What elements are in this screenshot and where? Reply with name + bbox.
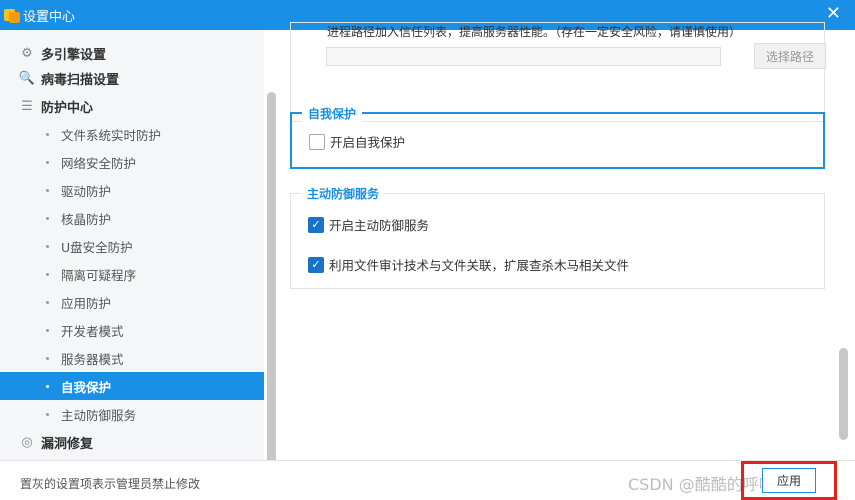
sidebar-item-self-protection[interactable]: 自我保护 [0, 372, 264, 400]
checkbox-checked[interactable]: ✓ [308, 256, 324, 273]
list-icon: ☰ [21, 98, 33, 114]
file-audit-option[interactable]: ✓ 利用文件审计技术与文件关联，扩展查杀木马相关文件 [308, 255, 629, 274]
sidebar-item-label: 网络安全防护 [61, 155, 137, 171]
sidebar-group-label: 防护中心 [41, 100, 94, 116]
sidebar: ⚙ 多引擎设置 🔍 病毒扫描设置 ☰ 防护中心 文件系统实时防护 网络安全防护 … [0, 30, 264, 460]
settings-panel: 进程路径加入信任列表，提高服务器性能。（存在一定安全风险，请谨慎使用） 选择路径… [277, 22, 837, 460]
sidebar-group-protection-center[interactable]: ☰ 防护中心 [0, 92, 264, 120]
sidebar-group-virus-scan[interactable]: 🔍 病毒扫描设置 [0, 64, 264, 92]
option-label: 开启主动防御服务 [329, 218, 430, 233]
main-scrollbar[interactable] [837, 30, 849, 460]
window-title: 设置中心 [23, 9, 76, 25]
sidebar-item-label: 开发者模式 [61, 323, 124, 339]
sidebar-item-label: U盘安全防护 [61, 239, 133, 255]
sidebar-item-app-protection[interactable]: 应用防护 [0, 288, 264, 316]
gear-icon: ⚙ [21, 45, 33, 61]
self-protection-group: 自我保护 开启自我保护 [290, 105, 825, 169]
trust-path-section: 进程路径加入信任列表，提高服务器性能。（存在一定安全风险，请谨慎使用） 选择路径 [290, 22, 826, 122]
sidebar-item-label: 隔离可疑程序 [61, 267, 137, 283]
sidebar-item-label: 应用防护 [61, 295, 112, 311]
option-label: 开启自我保护 [330, 135, 406, 150]
trust-path-description: 进程路径加入信任列表，提高服务器性能。（存在一定安全风险，请谨慎使用） [327, 25, 742, 39]
active-defense-group: 主动防御服务 ✓ 开启主动防御服务 ✓ 利用文件审计技术与文件关联，扩展查杀木马… [290, 185, 825, 289]
sidebar-item-developer-mode[interactable]: 开发者模式 [0, 316, 264, 344]
app-logo-icon [4, 7, 20, 23]
option-label: 利用文件审计技术与文件关联，扩展查杀木马相关文件 [329, 258, 630, 273]
sidebar-item-driver-protection[interactable]: 驱动防护 [0, 176, 264, 204]
group-title: 自我保护 [302, 105, 363, 122]
sidebar-item-file-system-protection[interactable]: 文件系统实时防护 [0, 120, 264, 148]
sidebar-item-label: 驱动防护 [61, 183, 112, 199]
search-icon: 🔍 [18, 70, 36, 86]
sidebar-item-quarantine[interactable]: 隔离可疑程序 [0, 260, 264, 288]
apply-highlight-box: 应用 [741, 461, 837, 500]
sidebar-item-label: 核晶防护 [61, 211, 112, 227]
sidebar-item-usb-protection[interactable]: U盘安全防护 [0, 232, 264, 260]
enable-active-defense-option[interactable]: ✓ 开启主动防御服务 [308, 215, 429, 234]
sidebar-item-network-protection[interactable]: 网络安全防护 [0, 148, 264, 176]
admin-note: 置灰的设置项表示管理员禁止修改 [20, 477, 201, 491]
sidebar-item-label: 主动防御服务 [61, 407, 137, 423]
sidebar-item-active-defense[interactable]: 主动防御服务 [0, 400, 264, 428]
sidebar-scrollbar-thumb[interactable] [267, 92, 276, 478]
enable-self-protection-option[interactable]: 开启自我保护 [309, 132, 405, 151]
sidebar-scrollbar[interactable] [265, 30, 277, 478]
main-scrollbar-thumb[interactable] [839, 348, 848, 440]
sidebar-group-vuln-fix[interactable]: ◎ 漏洞修复 [0, 428, 264, 456]
sidebar-group-engines[interactable]: ⚙ 多引擎设置 [0, 42, 264, 64]
sidebar-item-label: 自我保护 [61, 379, 112, 395]
path-input[interactable] [326, 47, 721, 66]
apply-button[interactable]: 应用 [761, 468, 816, 493]
sidebar-group-label: 病毒扫描设置 [41, 72, 120, 88]
close-icon[interactable]: ✕ [826, 3, 841, 25]
sidebar-item-label: 服务器模式 [61, 351, 124, 367]
shield-icon: ◎ [21, 434, 33, 450]
sidebar-item-core-crystal[interactable]: 核晶防护 [0, 204, 264, 232]
sidebar-group-label: 多引擎设置 [41, 47, 107, 63]
checkbox[interactable] [309, 133, 325, 150]
sidebar-item-label: 文件系统实时防护 [61, 127, 162, 143]
checkbox-checked[interactable]: ✓ [308, 216, 324, 233]
choose-path-button[interactable]: 选择路径 [754, 43, 826, 69]
group-title: 主动防御服务 [301, 185, 386, 202]
sidebar-item-server-mode[interactable]: 服务器模式 [0, 344, 264, 372]
footer-bar: 置灰的设置项表示管理员禁止修改 CSDN @酷酷的呼呼呼啦 应用 [0, 460, 855, 500]
sidebar-group-label: 漏洞修复 [41, 436, 94, 452]
